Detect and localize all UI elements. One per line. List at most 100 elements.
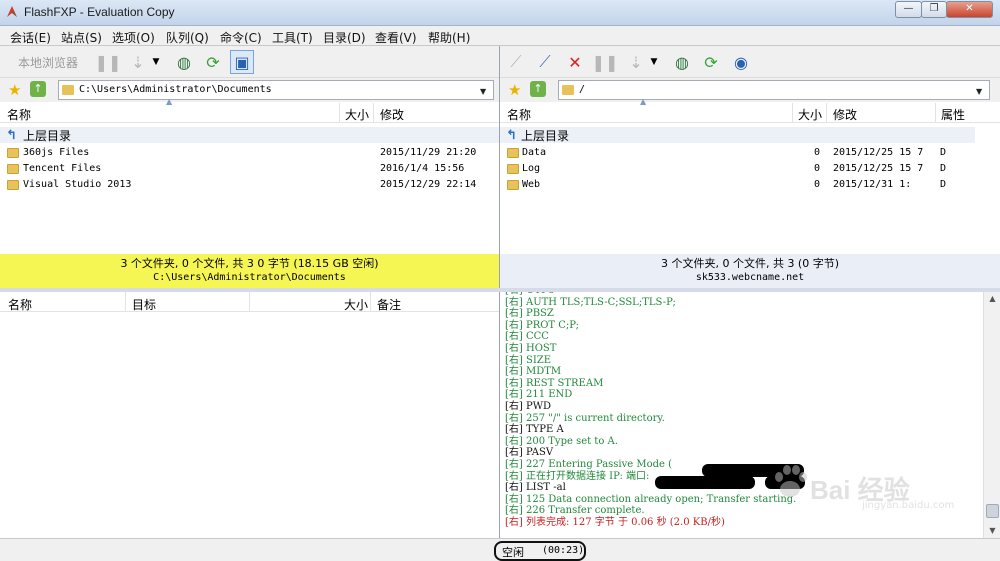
chevron-down-icon[interactable]: ▼ <box>480 87 486 96</box>
log-line: [右] PBSZ <box>505 308 554 320</box>
menu-sites[interactable]: 站点(S) <box>61 29 102 46</box>
up-arrow-icon: ↰ <box>6 128 17 143</box>
left-status-summary: 3 个文件夹, 0 个文件, 共 3 0 字节 (18.15 GB 空闲) <box>120 257 379 270</box>
file-size: 0 <box>814 179 821 190</box>
pause-icon[interactable]: ❚❚ <box>592 50 619 74</box>
file-date: 2015/12/31 1: <box>833 179 912 190</box>
log-line: [右] PWD <box>505 400 552 412</box>
refresh-icon[interactable]: ⟳ <box>699 50 723 74</box>
left-toolbar: 本地浏览器 ❚❚ ⇣ ▼ ◍ ⟳ ▣ <box>0 46 499 78</box>
log-line: [右] 257 "/" is current directory. <box>505 412 665 424</box>
menu-bar: 会话(E) 站点(S) 选项(O) 队列(Q) 命令(C) 工具(T) 目录(D… <box>0 26 1000 46</box>
up-directory-icon[interactable]: ↑ <box>30 81 46 97</box>
file-date: 2015/11/29 21:20 <box>380 147 477 158</box>
file-name: 360js Files <box>23 147 90 158</box>
file-attr: D <box>940 163 947 174</box>
parent-directory-row[interactable]: ↰ 上层目录 <box>0 127 499 143</box>
refresh-icon[interactable]: ⟳ <box>201 50 225 74</box>
column-size[interactable]: 大小 <box>798 106 822 123</box>
folder-icon <box>507 164 519 174</box>
menu-directory[interactable]: 目录(D) <box>323 29 366 46</box>
folder-icon <box>7 180 19 190</box>
parent-directory-row[interactable]: ↰ 上层目录 <box>500 127 975 143</box>
column-attributes[interactable]: 属性 <box>941 106 965 123</box>
folder-icon <box>562 85 574 95</box>
status-bar: 空闲 (00:23) <box>0 538 1000 561</box>
file-name: Log <box>522 163 541 174</box>
log-line: [右] SIZE <box>505 354 552 366</box>
disconnect-icon[interactable]: ✕ <box>563 50 587 74</box>
local-browser-pane: 本地浏览器 ❚❚ ⇣ ▼ ◍ ⟳ ▣ ★ ↑ C:\Users\Administ… <box>0 46 500 288</box>
column-size[interactable]: 大小 <box>345 106 369 123</box>
transfer-icon[interactable]: ⇣ <box>624 50 648 74</box>
column-modified[interactable]: 修改 <box>833 106 857 123</box>
globe-icon[interactable]: ◍ <box>172 50 196 74</box>
pause-icon[interactable]: ❚❚ <box>95 50 122 74</box>
file-date: 2016/1/4 15:56 <box>380 163 465 174</box>
close-button[interactable]: ✕ <box>946 1 993 18</box>
menu-options[interactable]: 选项(O) <box>112 29 155 46</box>
log-scrollbar[interactable]: ▲ ▼ <box>983 292 1000 538</box>
computer-icon[interactable]: ▣ <box>230 50 254 74</box>
left-address-bar: ★ ↑ C:\Users\Administrator\Documents ▼ <box>0 78 499 102</box>
queue-column-header: 名称 目标 大小 备注 <box>0 292 499 312</box>
chevron-down-icon[interactable]: ▼ <box>648 50 660 74</box>
right-status-host: sk533.webcname.net <box>695 272 805 283</box>
column-name[interactable]: 名称 <box>7 106 31 123</box>
scroll-up-icon[interactable]: ▲ <box>984 292 1000 306</box>
menu-commands[interactable]: 命令(C) <box>220 29 262 46</box>
globe-icon[interactable]: ◍ <box>670 50 694 74</box>
site-manager-icon[interactable]: ◉ <box>729 50 753 74</box>
log-line: [右] 125 Data connection already open; Tr… <box>505 493 797 505</box>
menu-tools[interactable]: 工具(T) <box>272 29 313 46</box>
up-directory-icon[interactable]: ↑ <box>530 81 546 97</box>
list-item[interactable]: Log 0 2015/12/25 15 7 D <box>500 161 1000 177</box>
right-path-input[interactable]: / <box>558 80 990 100</box>
menu-help[interactable]: 帮助(H) <box>428 29 470 46</box>
file-date: 2015/12/29 22:14 <box>380 179 477 190</box>
left-path-input[interactable]: C:\Users\Administrator\Documents <box>58 80 494 100</box>
folder-icon <box>7 148 19 158</box>
file-attr: D <box>940 147 947 158</box>
list-item[interactable]: Tencent Files 2016/1/4 15:56 <box>0 161 499 177</box>
column-name[interactable]: 名称 <box>507 106 531 123</box>
log-line: [右] 226 Transfer complete. <box>505 505 645 517</box>
list-item[interactable]: 360js Files 2015/11/29 21:20 <box>0 145 499 161</box>
menu-view[interactable]: 查看(V) <box>375 29 417 46</box>
list-item[interactable]: Web 0 2015/12/31 1: D <box>500 177 1000 193</box>
quick-connect-icon[interactable]: ⟋ <box>533 50 557 74</box>
connect-icon[interactable]: ⟋ <box>504 50 528 74</box>
list-item[interactable]: Visual Studio 2013 2015/12/29 22:14 <box>0 177 499 193</box>
sort-indicator-icon: ▲ <box>166 97 173 106</box>
local-browser-label[interactable]: 本地浏览器 <box>18 54 78 71</box>
file-name: Visual Studio 2013 <box>23 179 132 190</box>
minimize-button[interactable]: — <box>895 1 922 18</box>
log-line: [右] 200 Type set to A. <box>505 435 618 447</box>
chevron-down-icon[interactable]: ▼ <box>150 50 162 74</box>
scroll-down-icon[interactable]: ▼ <box>984 524 1000 538</box>
scroll-thumb[interactable] <box>986 504 999 518</box>
column-modified[interactable]: 修改 <box>380 106 404 123</box>
queue-column-note[interactable]: 备注 <box>377 296 401 313</box>
queue-column-target[interactable]: 目标 <box>132 296 156 313</box>
star-bookmark-icon[interactable]: ★ <box>8 81 21 99</box>
log-line: [右] AUTH TLS;TLS-C;SSL;TLS-P; <box>505 296 676 308</box>
right-column-header: ▲ 名称 大小 修改 属性 <box>500 97 1000 123</box>
transfer-queue: 名称 目标 大小 备注 <box>0 292 500 538</box>
queue-column-size[interactable]: 大小 <box>344 296 368 313</box>
folder-icon <box>62 85 74 95</box>
maximize-button[interactable]: ❐ <box>921 1 947 18</box>
star-bookmark-icon[interactable]: ★ <box>508 81 521 99</box>
list-item[interactable]: Data 0 2015/12/25 15 7 D <box>500 145 1000 161</box>
log-line: [右] REST STREAM <box>505 377 604 389</box>
menu-queue[interactable]: 队列(Q) <box>166 29 209 46</box>
right-status-panel: 3 个文件夹, 0 个文件, 共 3 (0 字节) sk533.webcname… <box>500 254 1000 288</box>
queue-column-name[interactable]: 名称 <box>8 296 32 313</box>
right-toolbar: ⟋ ⟋ ✕ ❚❚ ⇣ ▼ ◍ ⟳ ◉ <box>500 46 1000 78</box>
menu-session[interactable]: 会话(E) <box>10 29 51 46</box>
transfer-icon[interactable]: ⇣ <box>126 50 150 74</box>
right-address-bar: ★ ↑ / ▼ <box>500 78 1000 102</box>
up-arrow-icon: ↰ <box>506 128 517 143</box>
chevron-down-icon[interactable]: ▼ <box>976 87 982 96</box>
flashfxp-logo-icon <box>7 6 17 17</box>
